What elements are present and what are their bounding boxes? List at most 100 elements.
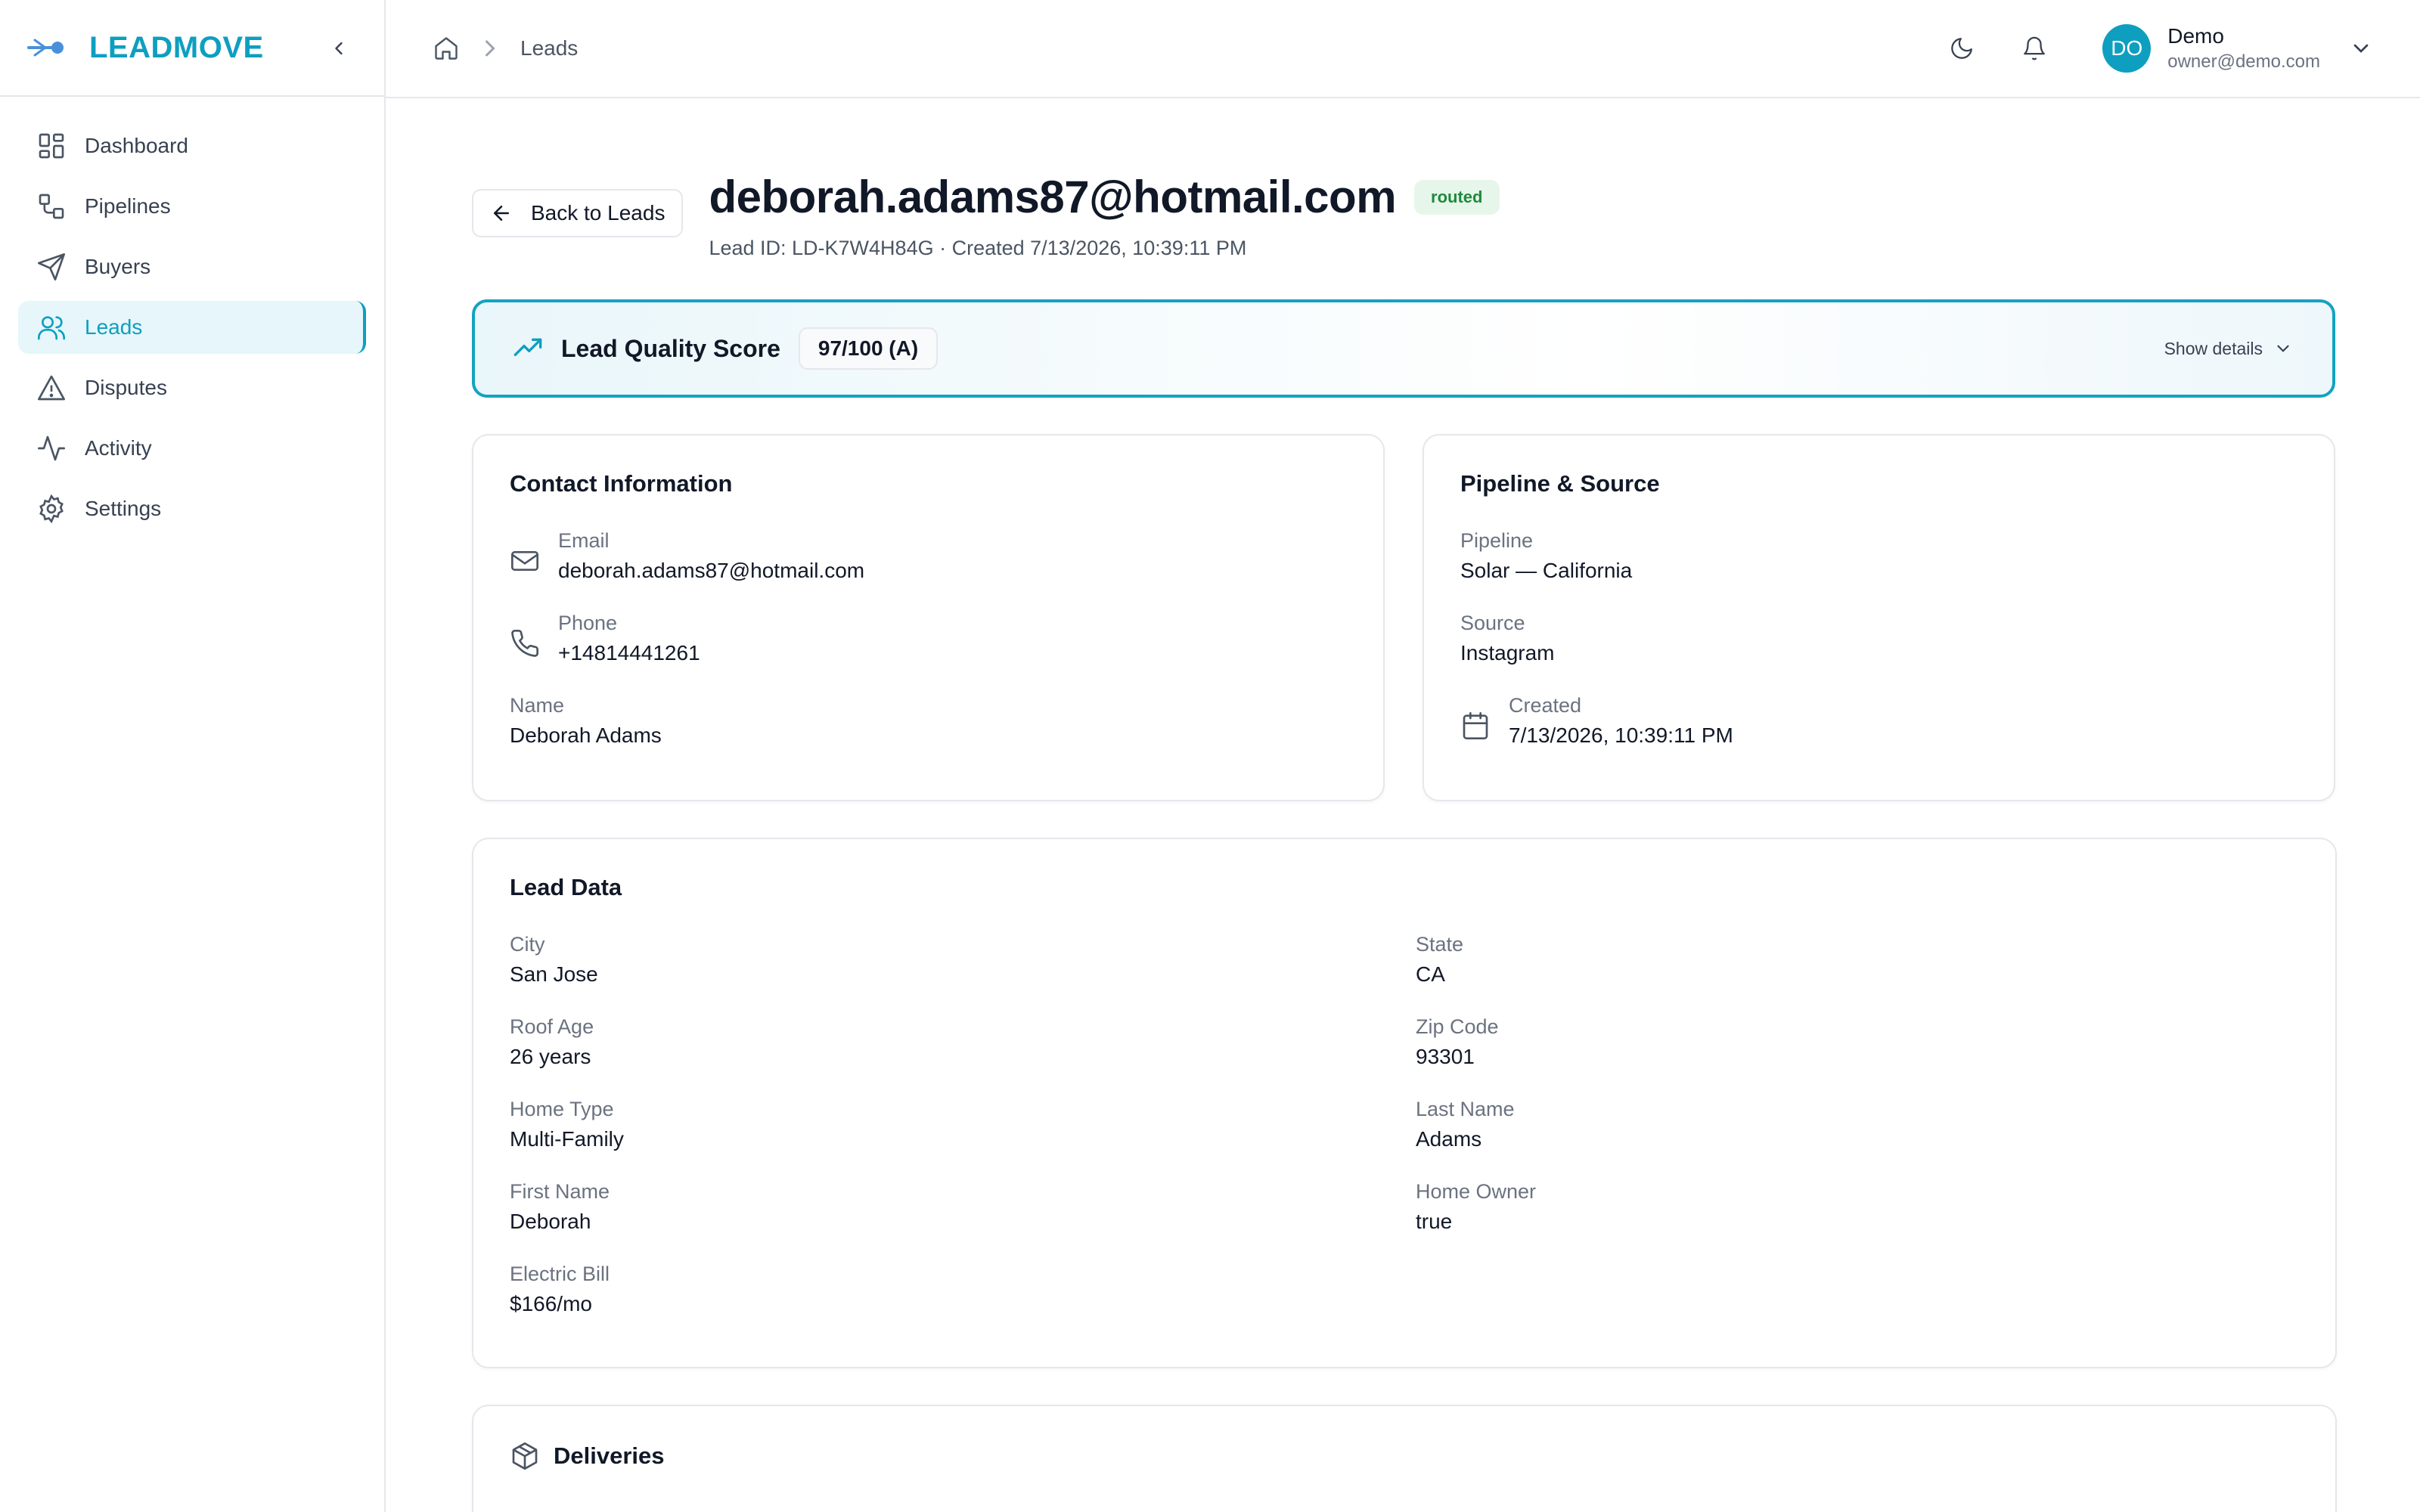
sidebar-item-activity[interactable]: Activity xyxy=(18,422,366,475)
collapse-sidebar-button[interactable] xyxy=(324,33,354,64)
show-details-button[interactable]: Show details xyxy=(2164,339,2293,359)
chevron-down-icon xyxy=(2277,345,2289,352)
brand[interactable]: LEADMOVE xyxy=(0,0,384,97)
field-label: Source xyxy=(1460,612,1525,634)
info-row: Contact Information Email deborah.adams8… xyxy=(472,434,2335,801)
sidebar-item-label: Settings xyxy=(85,497,162,520)
lead-data-field: Home Type Multi-Family xyxy=(510,1099,1416,1150)
field-value: deborah.adams87@hotmail.com xyxy=(558,559,865,582)
page-title: deborah.adams87@hotmail.com xyxy=(709,172,1397,222)
topbar-actions: DO Demo owner@demo.com xyxy=(1910,24,2373,73)
field-label: Home Owner xyxy=(1416,1180,1537,1203)
breadcrumb: Leads xyxy=(433,35,578,62)
field-label: Zip Code xyxy=(1416,1015,1499,1038)
field-value: Deborah Adams xyxy=(510,723,662,747)
sidebar-item-label: Activity xyxy=(85,436,152,460)
field-label: Created xyxy=(1509,694,1582,717)
back-label: Back to Leads xyxy=(531,201,666,225)
user-name: Demo xyxy=(2167,24,2224,48)
lead-data-row: Lead Data City San Jose State CA Roof Age 2… xyxy=(472,838,2337,1368)
field-label: Electric Bill xyxy=(510,1263,610,1285)
sidebar-item-label: Dashboard xyxy=(85,134,188,157)
activity-icon xyxy=(38,435,65,461)
calendar-icon xyxy=(1463,712,1488,739)
dashboard-icon xyxy=(39,133,64,159)
user-info: Demo owner@demo.com xyxy=(2167,24,2320,73)
field-label: Pipeline xyxy=(1460,529,1534,552)
field-label: Name xyxy=(510,694,565,717)
field-value: +14814441261 xyxy=(558,641,700,665)
card-title: Contact Information xyxy=(510,470,733,497)
contact-card: Contact Information Email deborah.adams8… xyxy=(472,434,1385,801)
lead-data-field: State CA xyxy=(1416,934,2322,985)
lead-data-field: Electric Bill $166/mo xyxy=(510,1264,1416,1315)
email-field: Email deborah.adams87@hotmail.com xyxy=(510,531,1347,581)
lead-data-field: Home Owner true xyxy=(1416,1182,2322,1232)
field-value: CA xyxy=(1416,962,1445,986)
lead-data-grid: City San Jose State CA Roof Age 26 years Zi… xyxy=(510,934,2299,1315)
deliveries-card: Deliveries xyxy=(472,1405,2337,1512)
pipeline-card: Pipeline & Source Pipeline Solar — Calif… xyxy=(1423,434,2335,801)
field-label: Phone xyxy=(558,612,618,634)
field-value: Multi-Family xyxy=(510,1127,624,1151)
field-value: 7/13/2026, 10:39:11 PM xyxy=(1509,723,1733,747)
chevron-down-icon xyxy=(2353,44,2369,53)
sidebar-item-disputes[interactable]: Disputes xyxy=(18,361,366,414)
sidebar: LEADMOVE Dashboard Pipelines Buyers Lead… xyxy=(0,0,386,1512)
mail-icon xyxy=(511,551,538,571)
user-menu[interactable]: DO Demo owner@demo.com xyxy=(2102,24,2373,73)
main-content: Back to Leads deborah.adams87@hotmail.co… xyxy=(472,98,2337,1512)
gear-icon xyxy=(39,494,64,524)
field-label: First Name xyxy=(510,1180,610,1203)
field-value: Instagram xyxy=(1460,641,1555,665)
brand-name: LEADMOVE xyxy=(89,30,264,64)
chevron-right-icon xyxy=(486,40,495,57)
field-label: State xyxy=(1416,933,1464,956)
title-block: deborah.adams87@hotmail.com routed Lead … xyxy=(709,171,1500,260)
theme-toggle-button[interactable] xyxy=(1941,27,1983,70)
send-icon xyxy=(38,253,65,280)
title-row: deborah.adams87@hotmail.com routed xyxy=(709,171,1500,223)
field-label: Roof Age xyxy=(510,1015,594,1038)
lead-data-field: Last Name Adams xyxy=(1416,1099,2322,1150)
field-value: Adams xyxy=(1416,1127,1482,1151)
sidebar-item-pipelines[interactable]: Pipelines xyxy=(18,180,366,233)
moon-icon xyxy=(1951,38,1973,59)
notifications-button[interactable] xyxy=(2013,27,2055,70)
pipeline-field: Pipeline Solar — California xyxy=(1460,531,2297,581)
source-field: Source Instagram xyxy=(1460,613,2297,664)
users-icon xyxy=(38,316,65,340)
alert-triangle-icon xyxy=(38,375,65,401)
sidebar-item-buyers[interactable]: Buyers xyxy=(18,240,366,293)
sidebar-item-leads[interactable]: Leads xyxy=(18,301,366,354)
field-label: Home Type xyxy=(510,1098,614,1120)
package-icon xyxy=(512,1442,538,1470)
pipeline-icon xyxy=(39,194,64,219)
sidebar-nav: Dashboard Pipelines Buyers Leads Dispute… xyxy=(0,97,384,565)
created-field: Created 7/13/2026, 10:39:11 PM xyxy=(1460,696,2297,746)
lead-data-card: Lead Data City San Jose State CA Roof Age 2… xyxy=(472,838,2337,1368)
back-to-leads-button[interactable]: Back to Leads xyxy=(472,189,684,237)
sidebar-item-label: Pipelines xyxy=(85,194,171,218)
sidebar-item-label: Leads xyxy=(85,315,143,339)
field-label: Last Name xyxy=(1416,1098,1515,1120)
lead-header: Back to Leads deborah.adams87@hotmail.co… xyxy=(472,171,2335,260)
trending-up-icon xyxy=(513,338,542,356)
deliveries-title: Deliveries xyxy=(510,1441,2299,1471)
home-icon[interactable] xyxy=(433,35,460,62)
lead-subtitle: Lead ID: LD-K7W4H84G · Created 7/13/2026… xyxy=(709,237,1247,259)
breadcrumb-current: Leads xyxy=(520,36,579,60)
sidebar-item-label: Disputes xyxy=(85,376,167,399)
chevron-left-icon xyxy=(335,42,343,55)
phone-field: Phone +14814441261 xyxy=(510,613,1347,664)
name-field: Name Deborah Adams xyxy=(510,696,1347,746)
sidebar-item-dashboard[interactable]: Dashboard xyxy=(18,119,366,172)
field-label: City xyxy=(510,933,545,956)
lead-data-field: Roof Age 26 years xyxy=(510,1017,1416,1067)
field-label: Email xyxy=(558,529,610,552)
quality-score-badge: 97/100 (A) xyxy=(798,327,939,370)
field-value: $166/mo xyxy=(510,1292,592,1315)
sidebar-item-settings[interactable]: Settings xyxy=(18,482,366,535)
lead-quality-panel: Lead Quality Score 97/100 (A) Show detai… xyxy=(472,299,2335,398)
phone-icon xyxy=(511,629,539,657)
